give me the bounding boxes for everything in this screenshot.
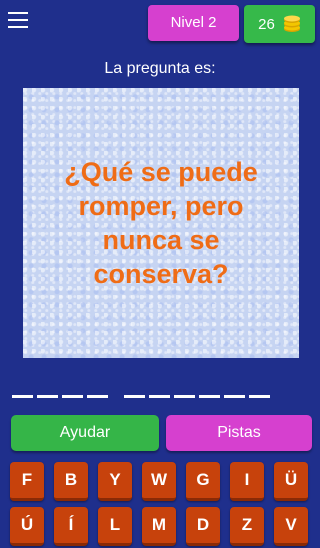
- question-text: ¿Qué se puede romper, pero nunca se cons…: [64, 157, 258, 289]
- answer-slot[interactable]: [199, 395, 220, 398]
- hints-button[interactable]: Pistas: [166, 415, 312, 451]
- letter-key[interactable]: G: [186, 462, 220, 501]
- letter-key[interactable]: Ü: [274, 462, 308, 501]
- question-label: La pregunta es:: [104, 60, 216, 77]
- answer-slot[interactable]: [124, 395, 145, 398]
- menu-button[interactable]: [8, 12, 28, 30]
- letter-key[interactable]: Ú: [10, 507, 44, 546]
- letter-key[interactable]: B: [54, 462, 88, 501]
- answer-slot[interactable]: [174, 395, 195, 398]
- level-label: Nivel 2: [170, 14, 217, 31]
- letter-key[interactable]: L: [98, 507, 132, 546]
- letter-key[interactable]: M: [142, 507, 176, 546]
- hamburger-menu-icon: [8, 12, 28, 14]
- answer-slot[interactable]: [87, 395, 108, 398]
- letter-key[interactable]: Y: [98, 462, 132, 501]
- answer-slots: [12, 395, 312, 399]
- letter-key[interactable]: Í: [54, 507, 88, 546]
- coin-count: 26: [258, 15, 275, 33]
- letter-key[interactable]: Z: [230, 507, 264, 546]
- answer-slot[interactable]: [62, 395, 83, 398]
- letter-key[interactable]: I: [230, 462, 264, 501]
- letter-key[interactable]: F: [10, 462, 44, 501]
- help-button[interactable]: Ayudar: [11, 415, 159, 451]
- letter-key[interactable]: V: [274, 507, 308, 546]
- answer-slot[interactable]: [224, 395, 245, 398]
- level-badge: Nivel 2: [148, 5, 239, 41]
- coins-badge[interactable]: 26: [244, 5, 315, 43]
- answer-slot[interactable]: [37, 395, 58, 398]
- coin-stack-icon: [283, 15, 300, 32]
- answer-slot[interactable]: [149, 395, 170, 398]
- question-card: ¿Qué se puede romper, pero nunca se cons…: [23, 88, 299, 358]
- letter-key[interactable]: W: [142, 462, 176, 501]
- letter-key[interactable]: D: [186, 507, 220, 546]
- answer-slot[interactable]: [12, 395, 33, 398]
- answer-slot[interactable]: [249, 395, 270, 398]
